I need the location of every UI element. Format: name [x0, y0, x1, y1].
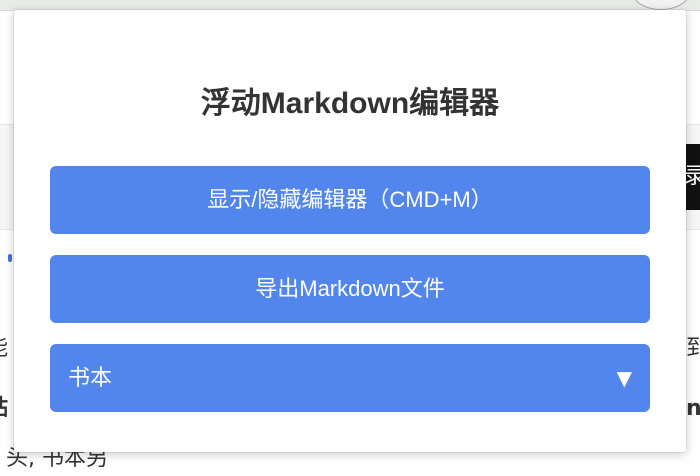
background-accent-mark	[8, 254, 12, 262]
popup-title: 浮动Markdown编辑器	[200, 87, 500, 120]
background-dark-button-label: 录	[686, 164, 700, 189]
chevron-down-icon: ▼	[616, 366, 632, 390]
theme-select[interactable]: 书本 ▼	[50, 344, 650, 412]
background-text-fragment: 贴	[0, 396, 8, 422]
markdown-editor-popup: 浮动Markdown编辑器 显示/隐藏编辑器（CMD+M） 导出Markdown…	[14, 10, 686, 452]
background-text-fragment: n	[686, 396, 700, 421]
background-text-fragment: 到	[686, 336, 700, 361]
background-text-fragment: 能	[0, 336, 8, 362]
background-dark-button[interactable]: 录	[686, 144, 700, 210]
theme-select-value: 书本	[68, 365, 113, 390]
export-markdown-button[interactable]: 导出Markdown文件	[50, 255, 650, 323]
toggle-editor-button[interactable]: 显示/隐藏编辑器（CMD+M）	[50, 166, 650, 234]
